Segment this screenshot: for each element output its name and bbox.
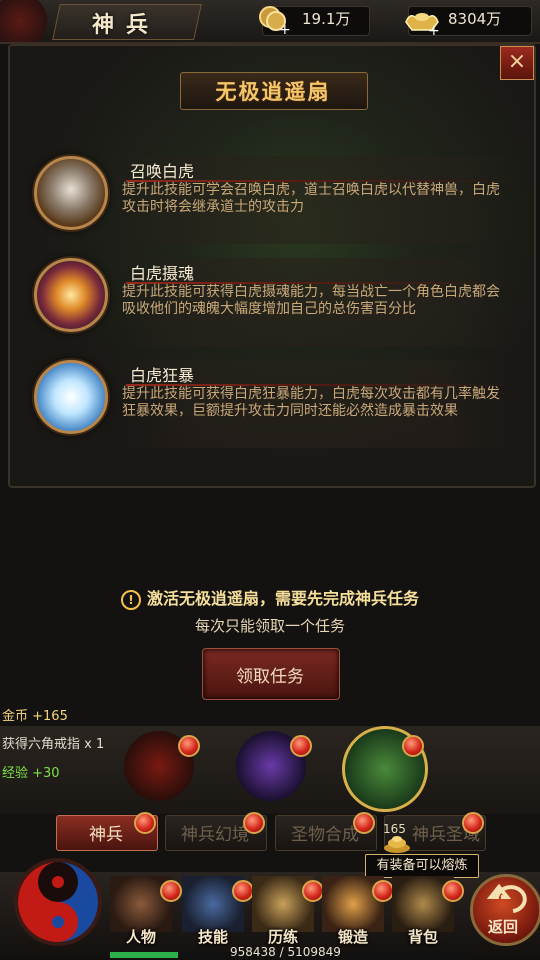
- notification-dot-icon: [243, 812, 265, 834]
- skill-name: 白虎摄魂: [130, 264, 195, 283]
- notification-dot-icon: [372, 880, 394, 902]
- notification-dot-icon: [160, 880, 182, 902]
- gold-coin-icon: +: [259, 6, 290, 36]
- notification-dot-icon: [402, 735, 424, 757]
- notification-dot-icon: [302, 880, 324, 902]
- ingot-icon: +: [405, 13, 440, 36]
- skill-name: 白虎狂暴: [130, 366, 195, 385]
- ornament-icon: [0, 0, 60, 42]
- notification-dot-icon: [134, 812, 156, 834]
- gold-gain-log: 金币 +165: [2, 709, 68, 724]
- skill-row-summon-tiger: 召唤白虎 提升此技能可学会召唤白虎，道士召唤白虎以代替神兽，白虎攻击时将会继承道…: [34, 156, 516, 246]
- skill-row-soul-absorb: 白虎摄魂 提升此技能可获得白虎摄魂能力，每当战亡一个角色白虎都会吸收他们的魂魄大…: [34, 258, 516, 348]
- notification-dot-icon: [462, 812, 484, 834]
- skill-description: 提升此技能可学会召唤白虎，道士召唤白虎以代替神兽，白虎攻击时将会继承道士的攻击力: [122, 182, 500, 215]
- gold-pile-icon: [384, 836, 410, 853]
- skill-row-berserk: 白虎狂暴 提升此技能可获得白虎狂暴能力，白虎每次攻击都有几率触发狂暴效果，巨额提…: [34, 360, 516, 450]
- return-label[interactable]: 返回: [470, 916, 536, 937]
- white-tiger-icon[interactable]: [34, 156, 108, 230]
- close-button[interactable]: ×: [500, 46, 534, 80]
- skill-name: 召唤白虎: [130, 162, 195, 181]
- svg-text:+: +: [279, 22, 290, 36]
- menu-label-character[interactable]: 人物: [110, 926, 172, 947]
- skill-description: 提升此技能可获得白虎狂暴能力，白虎每次攻击都有几率触发狂暴效果，巨额提升攻击力同…: [122, 386, 500, 419]
- menu-label-skills[interactable]: 技能: [182, 926, 244, 947]
- soul-vortex-icon[interactable]: [34, 258, 108, 332]
- menu-label-bag[interactable]: 背包: [392, 926, 454, 947]
- experience-text: 958438 / 5109849: [230, 945, 341, 959]
- notification-dot-icon: [353, 812, 375, 834]
- experience-bar-fill: [110, 952, 178, 958]
- notification-dot-icon: [232, 880, 254, 902]
- menu-label-forge[interactable]: 锻造: [322, 926, 384, 947]
- claw-icon[interactable]: [34, 360, 108, 434]
- item-gain-log: 获得六角戒指 x 1: [2, 737, 105, 752]
- notification-dot-icon: [178, 735, 200, 757]
- activation-notice: ! 激活无极逍遥扇，需要先完成神兵任务: [0, 585, 540, 610]
- notification-dot-icon: [442, 880, 464, 902]
- claim-task-label[interactable]: 领取任务: [202, 662, 338, 687]
- task-limit-notice: 每次只能领取一个任务: [194, 617, 345, 635]
- skill-description: 提升此技能可获得白虎摄魂能力，每当战亡一个角色白虎都会吸收他们的魂魄大幅度增加自…: [122, 284, 500, 317]
- weapon-title: 无极逍遥扇: [215, 80, 331, 104]
- exp-gain-log: 经验 +30: [2, 766, 60, 781]
- page-title: 神兵: [91, 13, 160, 38]
- svg-text:+: +: [428, 23, 440, 36]
- smelt-tooltip: 有装备可以熔炼: [365, 854, 479, 878]
- notification-dot-icon: [290, 735, 312, 757]
- activation-notice-text: 激活无极逍遥扇，需要先完成神兵任务: [146, 589, 419, 608]
- warning-icon: !: [120, 589, 141, 610]
- menu-label-training[interactable]: 历练: [252, 926, 314, 947]
- yin-yang-orb-icon[interactable]: [0, 840, 120, 960]
- ingot-amount: 8304万: [448, 10, 502, 28]
- gold-amount: 19.1万: [302, 10, 351, 28]
